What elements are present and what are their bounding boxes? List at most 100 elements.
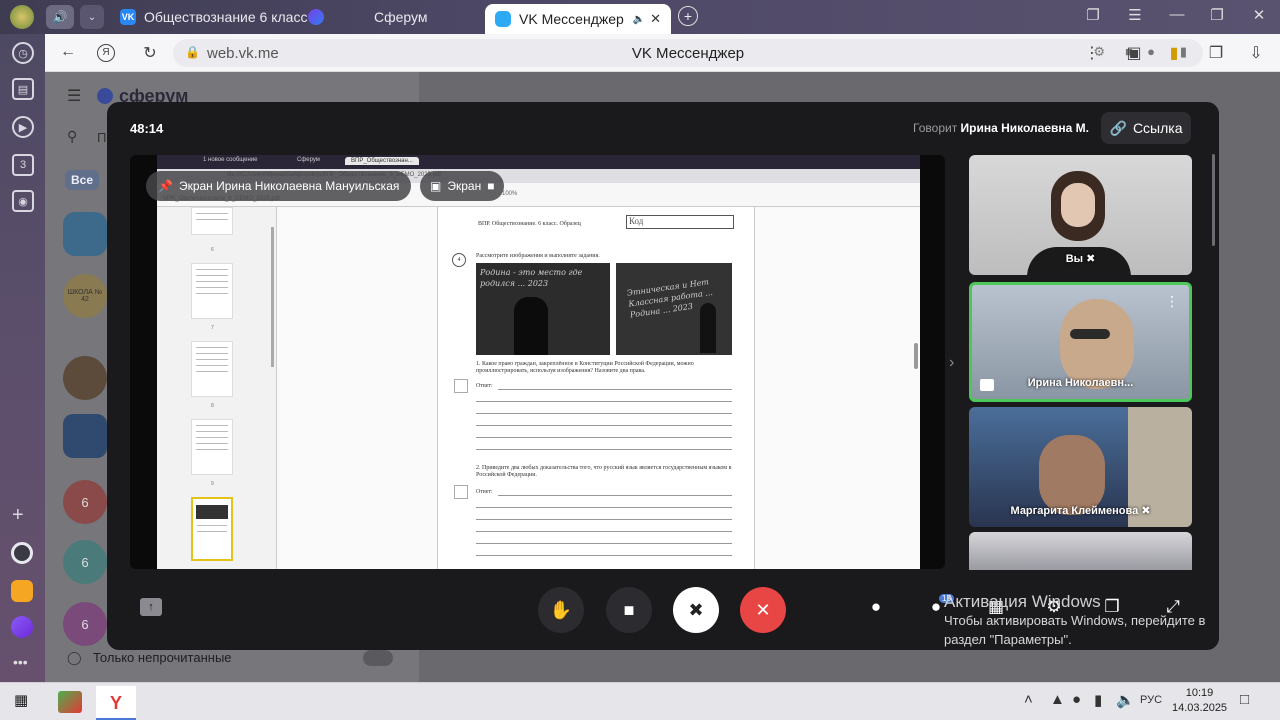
task-number: 4 <box>452 253 466 267</box>
more-options-icon[interactable]: ⋮ <box>1165 293 1179 310</box>
hamburger-icon[interactable]: ☰ <box>67 86 81 106</box>
avatar[interactable]: 6 <box>63 602 107 646</box>
close-window-icon[interactable]: ✕ <box>1248 6 1270 24</box>
participant-tile[interactable] <box>969 532 1192 570</box>
tab-obshchestvoznanie[interactable]: VK Обществознание 6 класс <box>120 4 307 30</box>
hand-icon: ✋ <box>549 599 573 620</box>
pdf-page: ВПР. Обществознание. 6 класс. Образец Ко… <box>437 207 755 569</box>
extensions-icon[interactable]: ▣ <box>1123 43 1145 63</box>
screen-share-view[interactable]: 1 новое сообщение Сферум ВПР_Обществозна… <box>130 155 945 569</box>
paint-app-icon[interactable] <box>58 691 82 713</box>
mail-icon[interactable] <box>11 580 33 602</box>
screen-share-icon: ▣ <box>430 179 442 193</box>
new-tab-button[interactable]: + <box>678 6 698 26</box>
avatar[interactable]: 6 <box>63 540 107 584</box>
screen-owner-label: 📌 Экран Ирина Николаевна Мануильская <box>146 171 412 201</box>
activation-line2: раздел "Параметры". <box>944 632 1072 647</box>
avatar[interactable]: ШКОЛА № 42 <box>63 274 107 318</box>
language-indicator[interactable]: РУС <box>1140 694 1162 706</box>
yandex-icon[interactable]: Я <box>97 44 115 62</box>
yandex-browser-icon[interactable]: Y <box>96 686 136 720</box>
pdf-zoom: 100% <box>502 191 518 197</box>
mic-indicator-icon[interactable]: ● <box>1147 44 1155 59</box>
search-icon[interactable]: ⚲ <box>67 128 77 145</box>
tab-vk-messenger[interactable]: VK Мессенджер 🔈 ✕ <box>485 4 671 34</box>
chevron-right-icon[interactable]: › <box>949 354 954 372</box>
menu-icon[interactable]: ☰ <box>1124 6 1146 24</box>
tab-sferum[interactable]: Сферум <box>308 4 428 30</box>
participant-tile-speaker[interactable]: ⋮ Ирина Николаевн... <box>969 282 1192 402</box>
share-screen-icon[interactable]: ↑ <box>140 598 162 616</box>
collections-icon[interactable]: ▤ <box>12 78 34 100</box>
tab-title: Обществознание 6 класс <box>144 9 308 25</box>
camera-toggle-button[interactable]: ■ <box>606 587 652 633</box>
avatar[interactable] <box>63 356 107 400</box>
sound-tab-icon[interactable]: 🔊 <box>46 5 74 29</box>
camera-icon: ■ <box>487 179 495 193</box>
play-icon[interactable]: ▶ <box>12 116 34 138</box>
page-title: VK Мессенджер <box>631 45 745 62</box>
participant-tile[interactable]: Маргарита Клейменова ✖ <box>969 407 1192 527</box>
link-label: Ссылка <box>1132 120 1183 136</box>
minimize-icon[interactable]: — <box>1166 6 1188 23</box>
unread-only-toggle[interactable] <box>363 650 393 666</box>
participants-scrollbar[interactable] <box>1212 154 1215 246</box>
participant-tile-self[interactable]: Вы ✖ <box>969 155 1192 275</box>
browser-tab-strip: 🔊 ⌄ VK Обществознание 6 класс Сферум VK … <box>0 0 1280 34</box>
thumb-scrollbar[interactable] <box>271 227 274 367</box>
battery-icon[interactable]: ▮ <box>1094 691 1102 709</box>
pdf-scrollbar[interactable] <box>914 343 918 369</box>
clock[interactable]: 10:19 14.03.2025 <box>1172 686 1227 716</box>
counter-icon[interactable]: 3 <box>12 154 34 176</box>
raise-hand-button[interactable]: ✋ <box>538 587 584 633</box>
camera-icon[interactable]: ◉ <box>12 190 34 212</box>
copy-link-button[interactable]: 🔗 Ссылка <box>1101 112 1191 144</box>
search-placeholder: П <box>97 130 107 145</box>
answer-checkbox <box>454 485 468 499</box>
back-icon[interactable]: ← <box>57 43 79 61</box>
profile-avatar[interactable] <box>10 5 34 29</box>
pdf-thumbnail <box>191 419 233 475</box>
history-icon[interactable]: ◷ <box>12 42 34 64</box>
avatar[interactable] <box>63 414 107 458</box>
shared-tab: Сферум <box>297 157 320 163</box>
battery-icon[interactable]: ▮ <box>1163 43 1185 63</box>
tabs-dropdown-icon[interactable]: ⌄ <box>80 5 104 29</box>
end-call-button[interactable]: ✕ <box>740 587 786 633</box>
download-icon[interactable]: ⇩ <box>1245 43 1267 63</box>
notifications-icon[interactable]: □ <box>1240 691 1249 708</box>
screen-share-label[interactable]: ▣ Экран ■ <box>420 171 505 201</box>
browser-sidebar: ◷ ▤ ▶ 3 ◉ + ••• <box>0 34 45 682</box>
tab-title: VK Мессенджер <box>519 11 624 27</box>
add-icon[interactable]: + <box>12 504 24 527</box>
more-menu-icon[interactable]: ⋮ <box>1081 43 1103 63</box>
reading-icon[interactable]: ❐ <box>1205 43 1227 63</box>
reload-icon[interactable]: ↻ <box>139 43 161 63</box>
windows-start-icon[interactable]: ▦ <box>14 691 28 709</box>
url-field[interactable]: 🔒 web.vk.me VK Мессенджер ⚙ ■ ● ▮ <box>173 39 1203 67</box>
alice-icon[interactable] <box>11 616 33 638</box>
avatar[interactable]: 6 <box>63 480 107 524</box>
volume-icon[interactable]: 🔈 <box>1116 691 1135 709</box>
chevron-up-icon[interactable]: ˄ <box>1024 691 1033 708</box>
classroom-photo-right: Этническая и Нет Классная работа ... Род… <box>616 263 732 355</box>
microphone-toggle-button[interactable]: ✖ <box>673 587 719 633</box>
network-icon[interactable]: ▲ <box>1050 691 1065 708</box>
speaking-name: Ирина Николаевна М. <box>960 121 1089 135</box>
code-box: Код <box>626 215 734 229</box>
tab-close-icon[interactable]: ✕ <box>650 11 661 27</box>
more-icon[interactable]: ••• <box>13 654 28 670</box>
pdf-thumbnails: 6 7 8 9 <box>157 207 277 569</box>
filter-all-chip[interactable]: Все <box>65 170 100 190</box>
alice-circle-icon[interactable] <box>11 542 33 564</box>
chat-icon[interactable]: ● <box>864 597 888 617</box>
question-1: 1. Какое право граждан, закреплённое в К… <box>476 361 694 374</box>
collections-icon[interactable]: ❐ <box>1082 6 1104 24</box>
tab-audio-icon[interactable]: 🔈 <box>633 14 645 25</box>
video-call-window: 48:14 Говорит Ирина Николаевна М. 🔗 Ссыл… <box>107 102 1219 650</box>
mic-muted-icon: ✖ <box>1086 253 1096 265</box>
microphone-icon[interactable]: ● <box>1072 691 1081 708</box>
close-icon: ✕ <box>755 599 771 620</box>
restore-icon[interactable]: ❐ <box>1206 6 1228 24</box>
avatar[interactable] <box>63 212 107 256</box>
